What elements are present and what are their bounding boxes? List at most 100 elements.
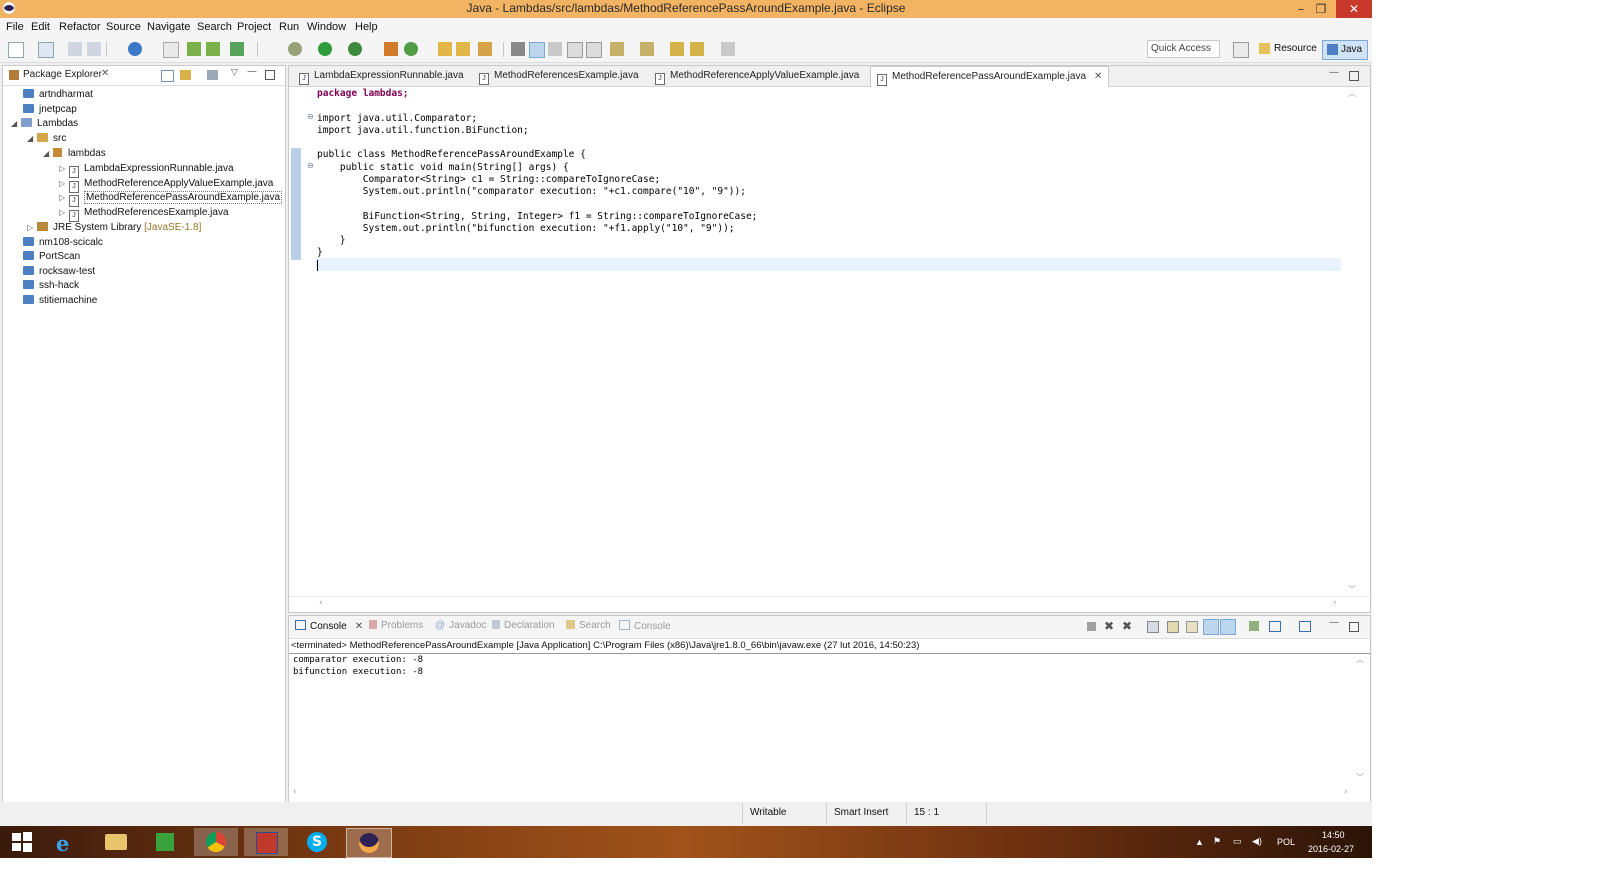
- scroll-up-icon[interactable]: ︿: [1355, 654, 1365, 665]
- expanded-arrow-icon[interactable]: ◢: [27, 131, 37, 146]
- menu-project[interactable]: Project: [237, 21, 271, 33]
- view-menu-icon[interactable]: ▽: [231, 68, 238, 78]
- tab-console[interactable]: Console ✕: [295, 620, 363, 632]
- tab-search[interactable]: Search: [566, 620, 611, 631]
- tree-item-project[interactable]: ssh-hack: [23, 278, 79, 293]
- collapsed-arrow-icon[interactable]: ▷: [59, 205, 69, 220]
- minimize-view-icon[interactable]: —: [1329, 67, 1339, 78]
- editor-tab[interactable]: J MethodReferenceApplyValueExample.java: [649, 66, 865, 86]
- flag-icon[interactable]: ⚑: [1213, 836, 1221, 847]
- taskbar-app[interactable]: [244, 828, 288, 856]
- block-select-icon[interactable]: [567, 42, 583, 58]
- menu-source[interactable]: Source: [106, 21, 141, 33]
- tree-item-package[interactable]: ◢ lambdas: [43, 146, 106, 161]
- menu-edit[interactable]: Edit: [31, 21, 50, 33]
- debug-icon[interactable]: [128, 42, 142, 56]
- perspective-java[interactable]: Java: [1322, 40, 1369, 60]
- scroll-lock-icon[interactable]: [1167, 621, 1179, 633]
- tree-item-project[interactable]: nm108-scicalc: [23, 235, 103, 250]
- link-editor-icon[interactable]: [180, 70, 191, 80]
- tab-console-2[interactable]: Console: [619, 620, 671, 632]
- status-insert-mode[interactable]: Smart Insert: [834, 807, 888, 818]
- show-on-error-icon[interactable]: [1220, 619, 1236, 635]
- package-explorer-title[interactable]: Package Explorer: [23, 69, 102, 80]
- tree-item-java-file[interactable]: ▷ J MethodReferenceApplyValueExample.java: [59, 176, 273, 193]
- editor-tab-active[interactable]: J MethodReferencePassAroundExample.java ✕: [870, 66, 1110, 87]
- expanded-arrow-icon[interactable]: ◢: [43, 146, 53, 161]
- taskbar-store[interactable]: [144, 828, 188, 856]
- new-class-icon[interactable]: [404, 42, 418, 56]
- toggle-mark-icon[interactable]: [511, 42, 525, 56]
- pin-console-icon[interactable]: [1249, 621, 1259, 631]
- scroll-right-icon[interactable]: ›: [1344, 787, 1348, 797]
- close-icon[interactable]: ✕: [355, 621, 363, 632]
- gear-icon[interactable]: [288, 42, 302, 56]
- network-icon[interactable]: ▭: [1233, 836, 1242, 847]
- open-folder-icon[interactable]: [438, 42, 452, 56]
- tree-item-project[interactable]: jnetpcap: [23, 102, 77, 117]
- previous-annotation-icon[interactable]: [640, 42, 654, 56]
- tree-item-source-folder[interactable]: ◢ src: [27, 131, 66, 146]
- maximize-view-icon[interactable]: [1349, 71, 1359, 81]
- back-icon[interactable]: [670, 42, 684, 56]
- clock-date[interactable]: 2016-02-27: [1308, 844, 1354, 854]
- scroll-down-icon[interactable]: ﹀: [1347, 584, 1357, 595]
- scroll-left-icon[interactable]: ‹: [293, 787, 297, 797]
- highlight-icon[interactable]: [529, 42, 545, 58]
- perspective-resource[interactable]: Resource: [1258, 40, 1317, 58]
- scroll-left-icon[interactable]: ‹: [319, 598, 323, 608]
- open-type-icon[interactable]: [38, 42, 54, 58]
- maximize-view-icon[interactable]: [1349, 622, 1359, 632]
- tree-item-project[interactable]: stitiemachine: [23, 293, 97, 308]
- build-icon[interactable]: [187, 42, 201, 56]
- taskbar-eclipse[interactable]: [346, 828, 392, 858]
- fold-icon[interactable]: ⊖: [307, 161, 314, 170]
- back-arrow-icon[interactable]: [690, 42, 704, 56]
- clear-console-icon[interactable]: [1147, 621, 1159, 633]
- volume-icon[interactable]: ◀): [1252, 836, 1262, 847]
- word-wrap-icon[interactable]: [1186, 621, 1198, 633]
- word-wrap-icon[interactable]: [548, 42, 562, 56]
- taskbar-chrome[interactable]: [194, 828, 238, 856]
- fold-icon[interactable]: ⊖: [307, 112, 314, 121]
- horizontal-scrollbar[interactable]: ‹ ›: [289, 786, 1370, 800]
- open-console-icon[interactable]: [1299, 621, 1311, 632]
- minimize-view-icon[interactable]: —: [1329, 617, 1339, 628]
- open-folder-icon[interactable]: [456, 42, 470, 56]
- taskbar-internet-explorer[interactable]: e: [44, 828, 88, 856]
- tree-item-java-file[interactable]: ▷ J MethodReferencesExample.java: [59, 205, 229, 222]
- tree-item-project[interactable]: ◢ Lambdas: [11, 116, 78, 131]
- collapsed-arrow-icon[interactable]: ▷: [27, 220, 37, 235]
- menu-window[interactable]: Window: [307, 21, 346, 33]
- display-console-icon[interactable]: [1269, 621, 1281, 632]
- minimize-view-icon[interactable]: —: [247, 66, 257, 77]
- menu-navigate[interactable]: Navigate: [147, 21, 190, 33]
- editor-tab[interactable]: J MethodReferencesExample.java: [473, 66, 645, 86]
- save-all-icon[interactable]: [87, 42, 101, 56]
- validate-icon[interactable]: [230, 42, 244, 56]
- restore-button[interactable]: ❐: [1308, 0, 1334, 18]
- collapse-all-icon[interactable]: [161, 70, 174, 82]
- terminate-icon[interactable]: [1087, 622, 1096, 631]
- tree-item-project[interactable]: PortScan: [23, 249, 80, 264]
- expanded-arrow-icon[interactable]: ◢: [11, 116, 21, 131]
- close-button[interactable]: ✕: [1336, 0, 1372, 18]
- quick-access-input[interactable]: Quick Access: [1147, 40, 1220, 58]
- collapsed-arrow-icon[interactable]: ▷: [59, 176, 69, 191]
- start-button[interactable]: [0, 828, 44, 856]
- clock-time[interactable]: 14:50: [1322, 830, 1345, 840]
- run-icon[interactable]: [318, 42, 332, 56]
- horizontal-scrollbar[interactable]: ‹ ›: [289, 596, 1370, 611]
- menu-refactor[interactable]: Refactor: [59, 21, 101, 33]
- scroll-right-icon[interactable]: ›: [1333, 598, 1337, 608]
- tree-item-project[interactable]: artndharmat: [23, 87, 93, 102]
- run-external-icon[interactable]: [348, 42, 362, 56]
- input-language[interactable]: POL: [1277, 837, 1295, 847]
- new-java-project-icon[interactable]: [384, 42, 398, 56]
- menu-run[interactable]: Run: [279, 21, 299, 33]
- menu-file[interactable]: File: [6, 21, 24, 33]
- editor-tab[interactable]: J LambdaExpressionRunnable.java: [293, 66, 470, 86]
- open-perspective-icon[interactable]: [1233, 42, 1249, 58]
- menu-help[interactable]: Help: [355, 21, 378, 33]
- close-tab-icon[interactable]: ✕: [1094, 71, 1102, 82]
